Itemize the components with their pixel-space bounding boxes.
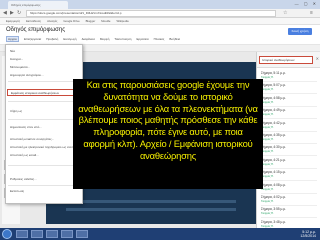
forward-icon[interactable]: ▶ [10, 10, 14, 16]
menu-separator [8, 185, 82, 186]
revision-author: Γιώργος Π. [261, 200, 274, 203]
taskbar-app-icon[interactable] [16, 230, 28, 238]
file-menu-item[interactable]: Νέο [10, 49, 15, 53]
menu-item[interactable]: Εισαγωγή [63, 37, 76, 41]
revision-item[interactable]: Σήμερα, 5:11 μ.μ. Γιώργος Π. [261, 70, 317, 82]
reload-icon[interactable]: ↻ [17, 10, 21, 16]
file-menu-item[interactable]: Αποστολή email σε συνεργάτες... [10, 137, 54, 141]
address-bar: ◀ ▶ ↻ https://docs.google.com/presentati… [0, 9, 320, 18]
revision-item[interactable]: Σήμερα, 4:58 μ.μ. Γιώργος Π. [261, 95, 317, 107]
revision-item[interactable]: Σήμερα, 4:08 μ.μ. Γιώργος Π. [261, 182, 317, 194]
bookmark-item[interactable]: Google Drive [63, 18, 79, 24]
revision-history-panel: Ιστορικό αναθεωρήσεων ✕ Σήμερα, 5:11 μ.μ… [256, 52, 320, 240]
bookmark-item[interactable]: Moodle [101, 18, 110, 24]
revision-date: Σήμερα, 4:49 μ.μ. [261, 108, 286, 113]
bookmark-item[interactable]: Εκπαίδευση [26, 18, 41, 24]
start-button[interactable] [2, 229, 12, 239]
revision-date: Σήμερα, 4:21 μ.μ. [261, 157, 286, 162]
revision-history-title: Ιστορικό αναθεωρήσεων [259, 56, 313, 64]
menu-item[interactable]: Εργαλεία [136, 37, 148, 41]
revision-item[interactable]: Σήμερα, 4:21 μ.μ. Γιώργος Π. [261, 157, 317, 169]
file-menu-item[interactable]: Δημοσίευση στον ιστό... [10, 125, 42, 129]
revision-item[interactable]: Σήμερα, 4:30 μ.μ. Γιώργος Π. [261, 144, 317, 157]
bookmark-item[interactable]: Wikipedia [116, 18, 128, 24]
revision-date: Σήμερα, 4:02 μ.μ. [261, 195, 286, 199]
revision-history-header: Ιστορικό αναθεωρήσεων ✕ [257, 52, 320, 68]
revision-date: Σήμερα, 4:08 μ.μ. [261, 182, 286, 187]
revision-date: Σήμερα, 4:35 μ.μ. [261, 133, 286, 137]
revision-item[interactable]: Σήμερα, 4:35 μ.μ. Γιώργος Π. [261, 132, 317, 144]
close-icon[interactable]: ✕ [316, 56, 319, 61]
menu-item[interactable]: Μορφή [100, 37, 110, 41]
bookmarks-bar: Εφαρμογές Εκπαίδευση Αλλαγές Google Drive Bl… [0, 18, 320, 25]
os-taskbar: 5:12 μ.μ. 12/5/2014 [0, 228, 320, 240]
revision-date: Σήμερα, 4:42 μ.μ. [261, 120, 286, 125]
revision-author: Γιώργος Π. [261, 212, 274, 216]
revision-item[interactable]: Σήμερα, 5:07 μ.μ. Γιώργος Π. [261, 82, 317, 95]
document-header: Οδηγός επιμόρφωσης Αρχείο Επεξεργασία Προβ… [0, 25, 320, 45]
menu-item[interactable]: Επεξεργασία [24, 37, 41, 41]
file-menu-item[interactable]: Λήψη ως [10, 109, 22, 113]
menu-separator [8, 101, 82, 102]
menu-item[interactable]: Διαφάνεια [82, 37, 95, 41]
revision-date: Σήμερα, 3:48 μ.μ. [261, 219, 286, 224]
menu-item[interactable]: Βοήθεια [169, 37, 180, 41]
menu-separator [8, 119, 82, 120]
revision-item[interactable]: Σήμερα, 4:02 μ.μ. Γιώργος Π. [261, 194, 317, 206]
file-menu-item[interactable]: Εμφάνιση ιστορικού αναθεωρήσεων [7, 89, 83, 96]
taskbar-clock: 5:12 μ.μ. 12/5/2014 [300, 230, 316, 238]
bookmark-item[interactable]: Blogger [86, 18, 96, 24]
star-icon[interactable]: ☆ [283, 10, 287, 16]
slide-decoration [66, 208, 236, 211]
file-menu-item[interactable]: Ρυθμίσεις σελίδας... [10, 177, 37, 181]
clock-date: 12/5/2014 [300, 234, 316, 238]
menu-item[interactable]: Πίνακας [154, 37, 165, 41]
menu-item[interactable]: Αρχείο [6, 36, 19, 42]
file-menu-item[interactable]: Άνοιγμα... [10, 57, 23, 61]
revision-item[interactable]: Σήμερα, 4:15 μ.μ. Γιώργος Π. [261, 169, 317, 182]
taskbar-app-icon[interactable] [61, 230, 73, 238]
revision-date: Σήμερα, 4:30 μ.μ. [261, 145, 286, 150]
menu-item[interactable]: Προβολή [46, 37, 58, 41]
menu-item[interactable]: Τακτοποίηση [114, 37, 131, 41]
file-menu-item[interactable]: Μετονομασία... [10, 65, 30, 69]
back-icon[interactable]: ◀ [3, 10, 7, 16]
share-button[interactable]: Κοινή χρήση [288, 28, 312, 35]
file-menu-item[interactable]: Εκτύπωση [10, 189, 24, 193]
bookmark-item[interactable]: Αλλαγές [47, 18, 57, 24]
browser-tab-bar: Οδηγός επιμόρφωσης — ▢ ✕ [0, 0, 320, 9]
revision-date: Σήμερα, 4:58 μ.μ. [261, 95, 286, 100]
file-menu-dropdown: Νέο Άνοιγμα... Μετονομασία... Δημιουργία αν… [5, 44, 84, 204]
document-title[interactable]: Οδηγός επιμόρφωσης [6, 27, 65, 33]
url-field[interactable]: https://docs.google.com/presentation/d/1… [26, 10, 276, 17]
taskbar-app-icon[interactable] [76, 230, 88, 238]
browser-tab[interactable]: Οδηγός επιμόρφωσης [8, 1, 68, 9]
revision-date: Σήμερα, 4:15 μ.μ. [261, 170, 286, 175]
menu-separator [8, 165, 82, 166]
revision-item[interactable]: Σήμερα, 4:49 μ.μ. Γιώργος Π. [261, 107, 317, 120]
taskbar-app-icon[interactable] [31, 230, 43, 238]
revision-date: Σήμερα, 3:55 μ.μ. [261, 207, 286, 212]
revision-item[interactable]: Σήμερα, 3:55 μ.μ. Γιώργος Π. [261, 206, 317, 219]
taskbar-app-icon[interactable] [46, 230, 58, 238]
menu-separator [8, 81, 82, 82]
revision-date: Σήμερα, 5:11 μ.μ. [261, 71, 286, 75]
file-menu-item[interactable]: Αποστολή ως email... [10, 153, 39, 157]
file-menu-item[interactable]: Δημιουργία αντιγράφου... [10, 73, 44, 77]
bookmark-item[interactable]: Εφαρμογές [6, 18, 20, 24]
revision-date: Σήμερα, 5:07 μ.μ. [261, 83, 286, 88]
caption-text: Και στις παρουσιάσεις google έχουμε την … [78, 79, 258, 161]
menu-bar: Αρχείο Επεξεργασία Προβολή Εισαγωγή Διαφάνει… [6, 36, 185, 42]
revision-item[interactable]: Σήμερα, 4:42 μ.μ. Γιώργος Π. [261, 120, 317, 132]
browser-menu-icon[interactable]: ≡ [310, 10, 313, 16]
slide-decoration [66, 200, 236, 203]
caption-overlay: Και στις παρουσιάσεις google έχουμε την … [73, 79, 263, 189]
window-controls[interactable]: — ▢ ✕ [295, 1, 318, 6]
